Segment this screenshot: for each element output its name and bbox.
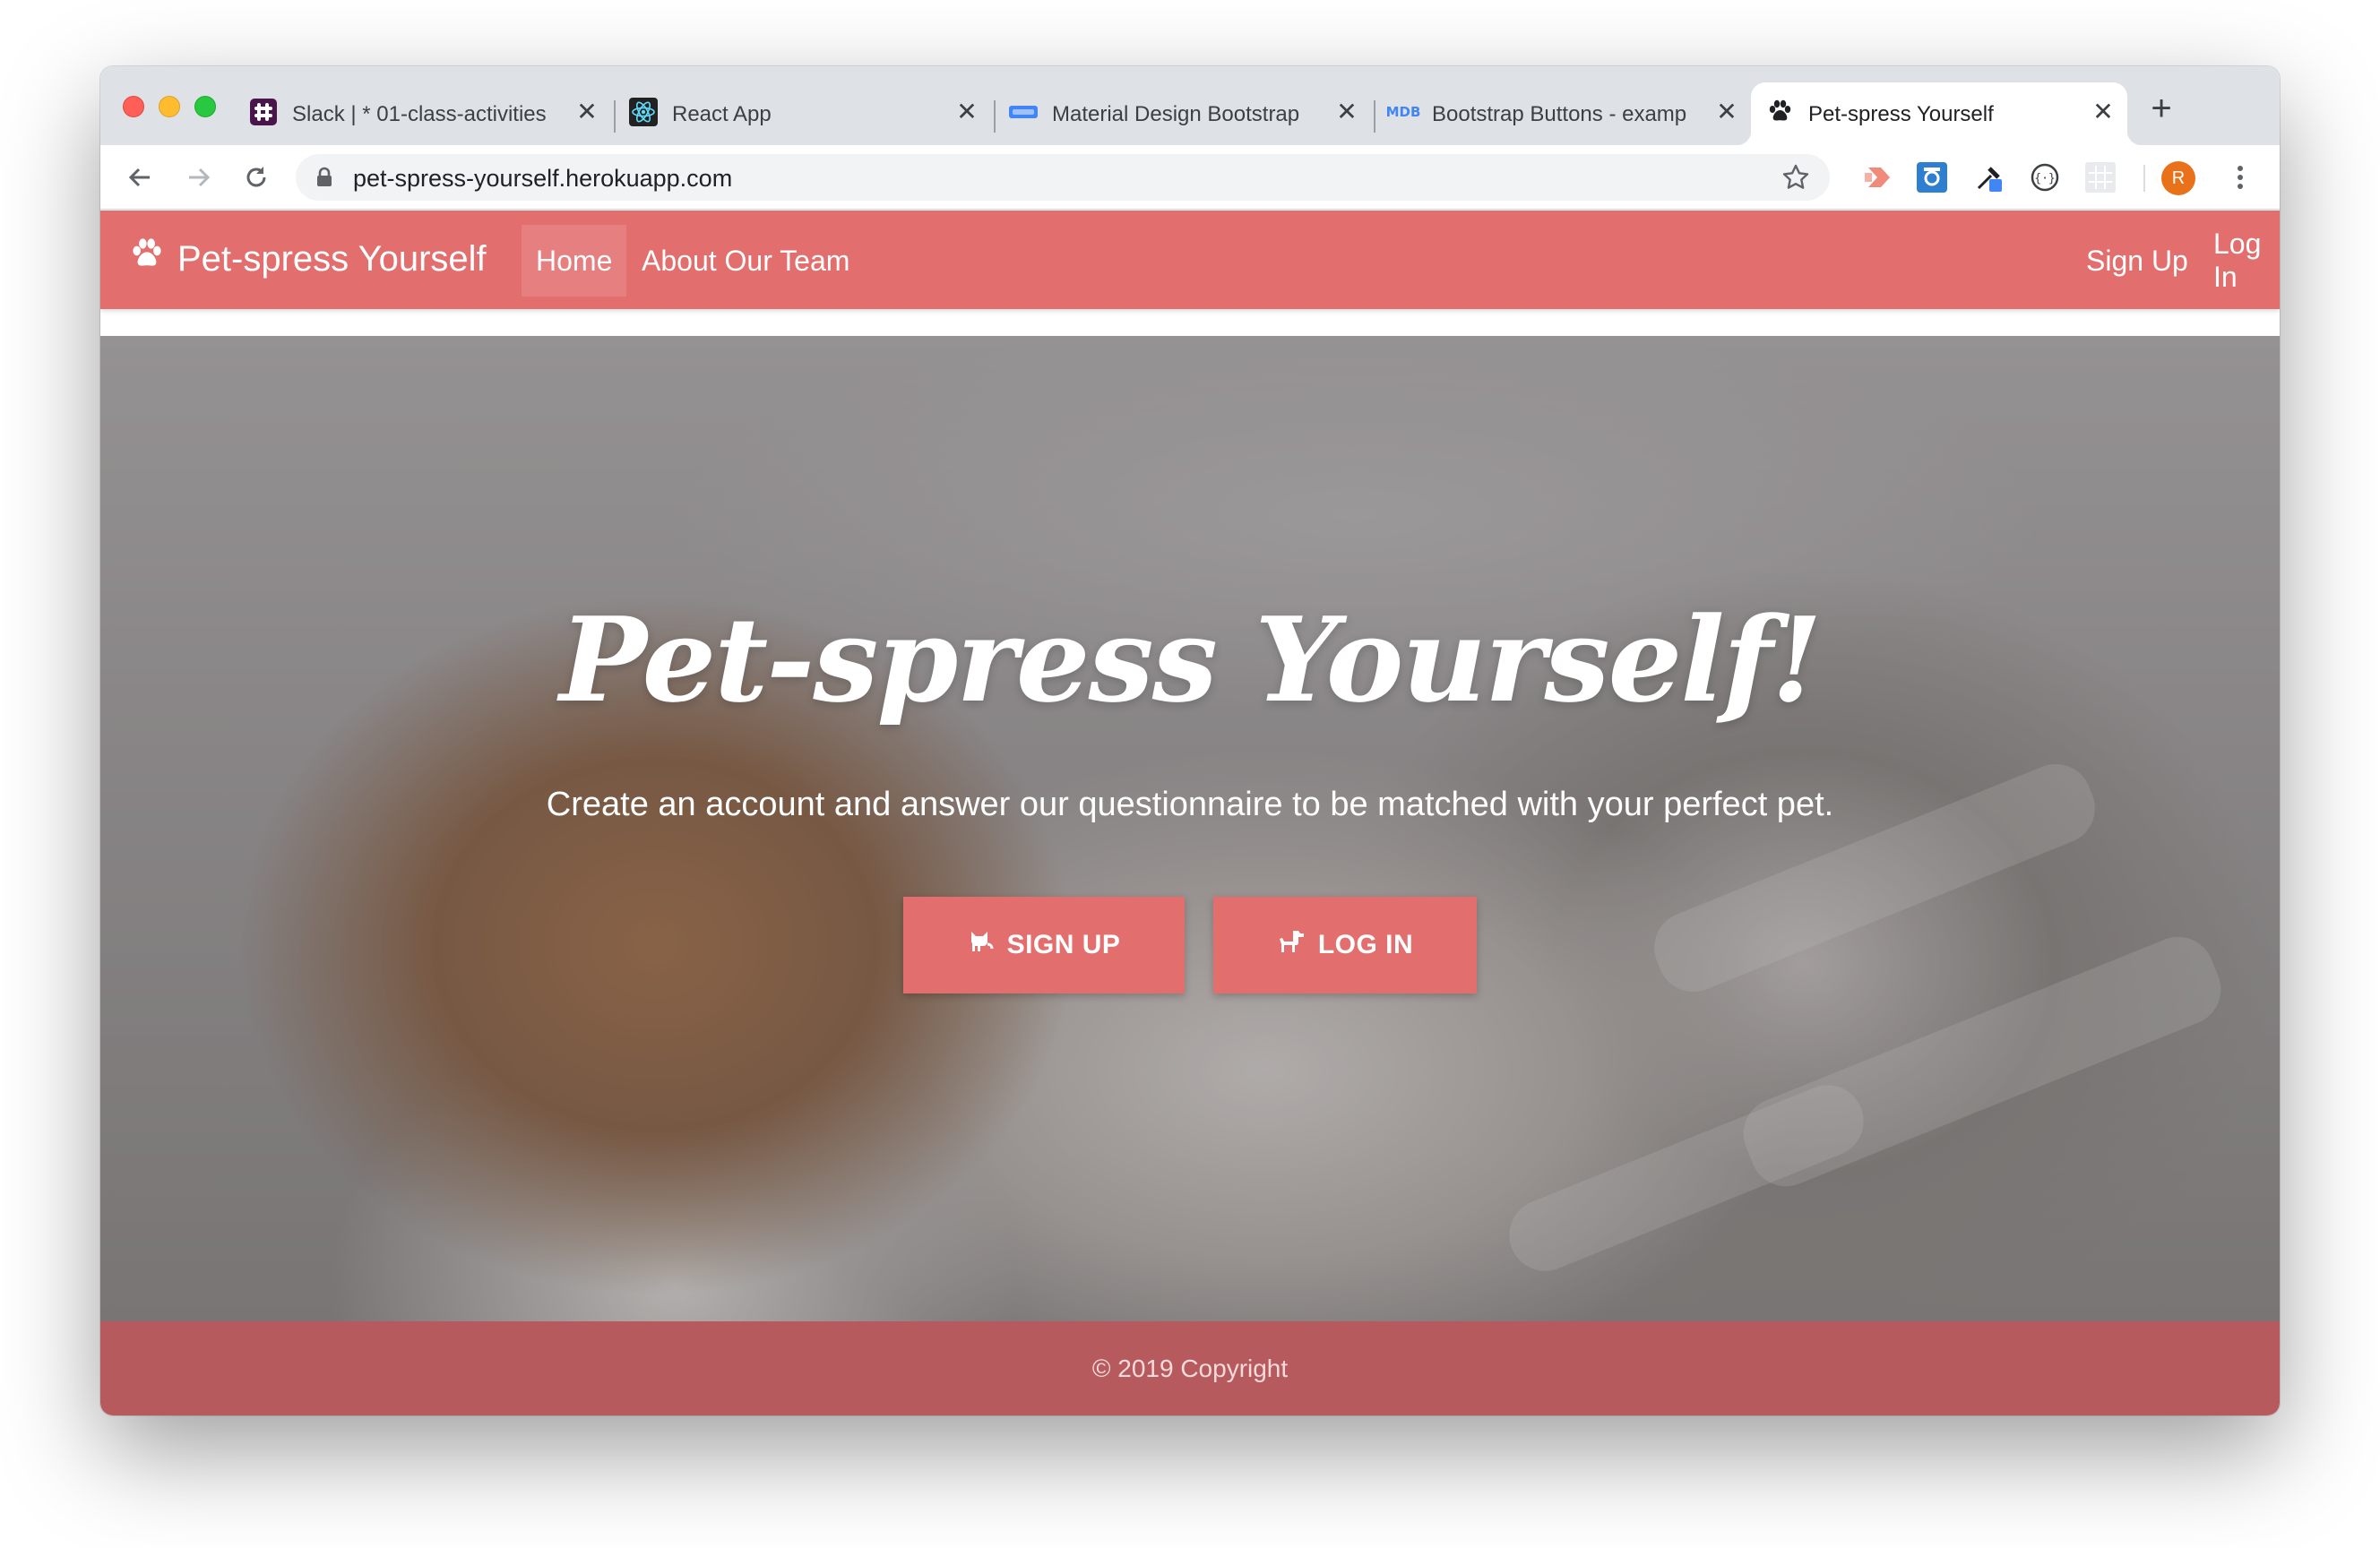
browser-window: Slack | * 01-class-activities ✕ React Ap… <box>100 66 2280 1415</box>
minimize-window-button[interactable] <box>159 96 180 117</box>
extension-json-icon[interactable]: {·} <box>2027 159 2063 195</box>
tab-title: Slack | * 01-class-activities <box>292 102 547 126</box>
extension-cast-icon[interactable] <box>1860 159 1896 195</box>
nav-log-in[interactable]: Log In <box>2199 225 2280 297</box>
toolbar-divider <box>2143 165 2145 192</box>
bookmark-star-icon[interactable] <box>1781 163 1810 196</box>
close-window-button[interactable] <box>123 96 144 117</box>
lock-icon <box>315 167 333 193</box>
close-tab-icon[interactable]: ✕ <box>1335 99 1358 125</box>
brand-link[interactable]: Pet-spress Yourself <box>129 236 487 282</box>
nav-home[interactable]: Home <box>522 225 627 297</box>
zoom-window-button[interactable] <box>194 96 216 117</box>
url-text[interactable]: pet-spress-yourself.herokuapp.com <box>353 165 732 193</box>
tab-bootstrap-buttons[interactable]: MDB Bootstrap Buttons - examp ✕ <box>1375 82 1751 145</box>
tab-title: Pet-spress Yourself <box>1808 102 1994 126</box>
hero-login-button[interactable]: LOG IN <box>1213 897 1477 993</box>
extension-screenshot-icon[interactable] <box>1914 159 1950 195</box>
tab-title: Bootstrap Buttons - examp <box>1432 102 1687 126</box>
login-label: LOG IN <box>1317 930 1414 959</box>
tab-react-app[interactable]: React App ✕ <box>615 82 991 145</box>
nav-about-our-team[interactable]: About Our Team <box>627 225 864 297</box>
hero-section: Pet-spress Yourself! Create an account a… <box>100 336 2280 1321</box>
arrow-right-icon <box>189 168 211 187</box>
brand-name: Pet-spress Yourself <box>177 238 487 279</box>
forward-button[interactable] <box>181 159 217 195</box>
profile-avatar[interactable]: R <box>2161 161 2195 195</box>
paw-icon <box>1765 98 1794 126</box>
tab-slack[interactable]: Slack | * 01-class-activities ✕ <box>235 82 611 145</box>
mdb-bar-icon <box>1009 98 1038 126</box>
arrow-left-icon <box>128 168 150 187</box>
slack-icon <box>249 98 278 126</box>
nav-sign-up[interactable]: Sign Up <box>2072 225 2203 297</box>
hero-signup-button[interactable]: SIGN UP <box>903 897 1185 993</box>
paw-icon <box>129 236 165 281</box>
hero-subtitle: Create an account and answer our questio… <box>546 786 1834 823</box>
address-bar[interactable]: pet-spress-yourself.herokuapp.com <box>296 154 1830 201</box>
close-tab-icon[interactable]: ✕ <box>955 99 979 125</box>
mdb-logo-icon: MDB <box>1385 104 1421 120</box>
tab-material-design-bootstrap[interactable]: Material Design Bootstrap ✕ <box>995 82 1371 145</box>
svg-text:{·}: {·} <box>2034 172 2055 185</box>
cat-icon <box>968 928 995 962</box>
reload-button[interactable] <box>238 159 274 195</box>
close-tab-icon[interactable]: ✕ <box>575 99 599 125</box>
more-menu-icon[interactable] <box>2222 159 2258 195</box>
tab-strip: Slack | * 01-class-activities ✕ React Ap… <box>100 66 2280 145</box>
reload-icon <box>246 167 266 187</box>
site-footer: © 2019 Copyright <box>100 1321 2280 1415</box>
site-navbar: Pet-spress Yourself Home About Our Team … <box>100 211 2280 309</box>
browser-toolbar: pet-spress-yourself.herokuapp.com {·} R <box>100 145 2280 210</box>
react-icon <box>629 98 658 126</box>
eyedropper-icon[interactable] <box>1971 159 2007 195</box>
back-button[interactable] <box>122 159 158 195</box>
new-tab-button[interactable]: + <box>2145 90 2177 126</box>
tab-title: React App <box>672 102 772 126</box>
copyright-text: © 2019 Copyright <box>1091 1354 1289 1382</box>
web-page: Pet-spress Yourself Home About Our Team … <box>100 211 2280 1415</box>
hero-title: Pet-spress Yourself! <box>559 591 1822 728</box>
tab-title: Material Design Bootstrap <box>1052 102 1300 126</box>
signup-label: SIGN UP <box>1006 930 1121 959</box>
tab-pet-spress-yourself[interactable]: Pet-spress Yourself ✕ <box>1737 82 2142 145</box>
extension-grid-icon[interactable] <box>2082 159 2118 195</box>
close-tab-icon[interactable]: ✕ <box>1715 99 1738 125</box>
hero-overlay <box>100 336 2280 1321</box>
close-tab-icon[interactable]: ✕ <box>2091 99 2115 125</box>
dog-icon <box>1277 928 1306 962</box>
